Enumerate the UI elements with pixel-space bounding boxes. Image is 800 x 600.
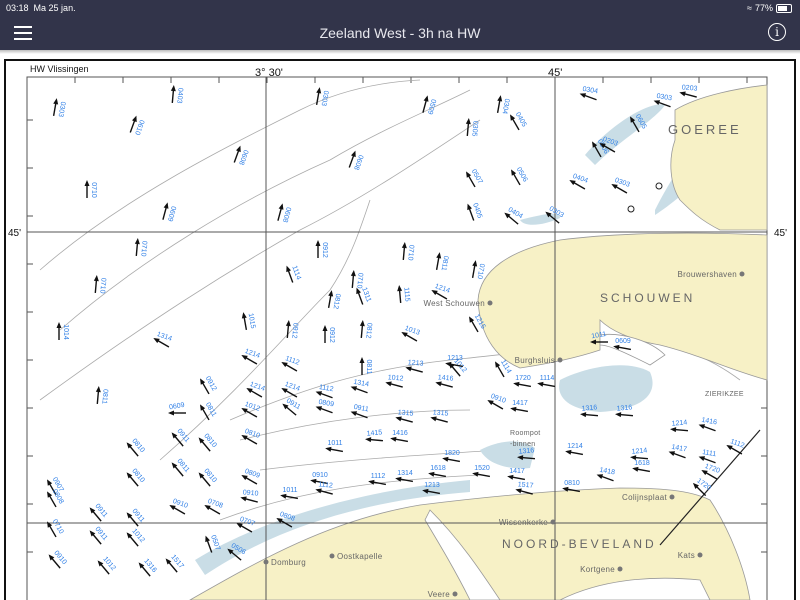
status-time: 03:18 Ma 25 jan. — [6, 3, 76, 13]
current-speed-label: 1618 — [430, 465, 446, 472]
current-speed-label: 1316 — [581, 404, 597, 412]
place-name: Domburg — [271, 558, 306, 567]
current-arrow: 0710 — [84, 180, 97, 198]
town-marker-icon — [697, 552, 703, 558]
place-name: Colijnsplaat — [622, 493, 667, 502]
current-speed-label: 1517 — [518, 481, 534, 489]
status-right: ≈77% — [747, 3, 792, 13]
longitude-label: 45' — [548, 67, 562, 79]
place-name: SCHOUWEN — [600, 291, 695, 305]
current-speed-label: 0710 — [90, 182, 97, 198]
current-arrow: 0912 — [315, 240, 328, 258]
place-name: Brouwershaven — [678, 270, 738, 279]
current-speed-label: 0910 — [312, 472, 328, 479]
current-speed-label: 1416 — [392, 430, 408, 437]
current-speed-label: 1112 — [318, 481, 333, 489]
current-arrow: 0912 — [322, 325, 335, 343]
battery-icon — [776, 3, 792, 13]
place-name: Oostkapelle — [337, 552, 383, 561]
hw-reference: HW Vlissingen — [30, 64, 89, 74]
town-marker-icon — [487, 300, 493, 306]
town-marker-icon — [739, 271, 745, 277]
longitude-label: 3° 30' — [255, 67, 283, 79]
current-speed-label: 1315 — [433, 409, 449, 417]
current-speed-label: 1416 — [438, 374, 454, 382]
current-speed-label: 1314 — [397, 470, 413, 477]
current-speed-label: 1011 — [327, 440, 342, 447]
place-name: Veere — [428, 590, 451, 599]
tidal-current-chart[interactable]: HW Vlissingen 3° 30' 45' 45' 45' GOEREE B… — [0, 54, 800, 600]
page-title: Zeeland West - 3h na HW — [319, 25, 481, 41]
place-name: Kats — [678, 551, 695, 560]
current-speed-label: 1316 — [616, 404, 632, 412]
info-icon[interactable]: i — [768, 23, 786, 41]
current-speed-label: 0710 — [355, 273, 363, 289]
current-speed-label: 0912 — [290, 323, 298, 339]
town-marker-icon — [452, 591, 458, 597]
current-speed-label: 1114 — [540, 375, 555, 382]
place-name: GOEREE — [668, 122, 742, 137]
current-arrow: 0609 — [168, 402, 186, 416]
latitude-label: 45' — [774, 228, 787, 239]
place-name: ZIERIKZEE — [705, 391, 744, 398]
wifi-icon: ≈ — [747, 3, 752, 13]
place-name: West Schouwen — [423, 299, 485, 308]
current-speed-label: 0811 — [100, 389, 108, 405]
current-speed-label: 1618 — [634, 460, 650, 467]
current-speed-label: 1112 — [371, 473, 386, 480]
current-speed-label: 0912 — [321, 242, 328, 258]
current-speed-label: 1820 — [444, 450, 460, 457]
current-speed-label: 1011 — [282, 487, 297, 494]
status-bar: 03:18 Ma 25 jan. ≈77% — [0, 0, 800, 16]
place-name: NOORD-BEVELAND — [502, 537, 657, 551]
town-marker-icon — [263, 559, 269, 565]
current-speed-label: 0810 — [564, 480, 580, 487]
current-speed-label: 1315 — [398, 409, 414, 417]
current-speed-label: 1415 — [366, 429, 382, 437]
current-arrow: 1014 — [56, 322, 69, 340]
current-speed-label: 0812 — [364, 323, 372, 339]
current-speed-label: 0403 — [175, 88, 183, 104]
current-speed-label: 0710 — [139, 241, 147, 257]
current-speed-label: 1720 — [515, 375, 531, 382]
battery-percent: 77% — [754, 3, 773, 13]
current-speed-label: 1213 — [408, 359, 424, 367]
place-name: Burghsluis — [515, 356, 555, 365]
place-name: Kortgene — [580, 565, 615, 574]
current-speed-label: 0912 — [328, 327, 335, 343]
current-speed-label: 0710 — [98, 278, 106, 294]
current-speed-label: 1214 — [631, 447, 647, 455]
current-speed-label: 1316 — [518, 447, 534, 455]
current-speed-label: 0710 — [406, 245, 414, 261]
current-speed-label: 1214 — [567, 443, 583, 450]
current-speed-label: 1417 — [509, 468, 525, 475]
current-speed-label: 0609 — [615, 338, 631, 345]
navigation-bar: Zeeland West - 3h na HW i — [0, 16, 800, 50]
current-speed-label: 1115 — [402, 287, 410, 302]
town-marker-icon — [550, 519, 556, 525]
current-speed-label: 1417 — [512, 400, 528, 407]
place-name: Wissenkerke — [499, 518, 548, 527]
current-speed-label: 0910 — [243, 489, 259, 497]
town-marker-icon — [329, 553, 335, 559]
town-marker-icon — [669, 494, 675, 500]
current-speed-label: 1213 — [447, 355, 463, 362]
current-speed-label: 0305 — [470, 121, 478, 137]
place-name: Roompot — [510, 430, 541, 437]
latitude-label: 45' — [8, 228, 21, 239]
current-speed-label: 1214 — [671, 419, 687, 427]
current-speed-label: 1012 — [388, 374, 404, 382]
current-speed-label: 0203 — [682, 84, 698, 92]
current-arrow: 1011 — [590, 331, 608, 345]
current-arrow: 0811 — [359, 357, 372, 375]
town-marker-icon — [617, 566, 623, 572]
current-speed-label: 1014 — [62, 324, 69, 340]
current-speed-label: 0811 — [365, 359, 372, 374]
current-speed-label: 1213 — [424, 482, 440, 489]
town-marker-icon — [557, 357, 563, 363]
current-speed-label: 1520 — [474, 465, 490, 472]
